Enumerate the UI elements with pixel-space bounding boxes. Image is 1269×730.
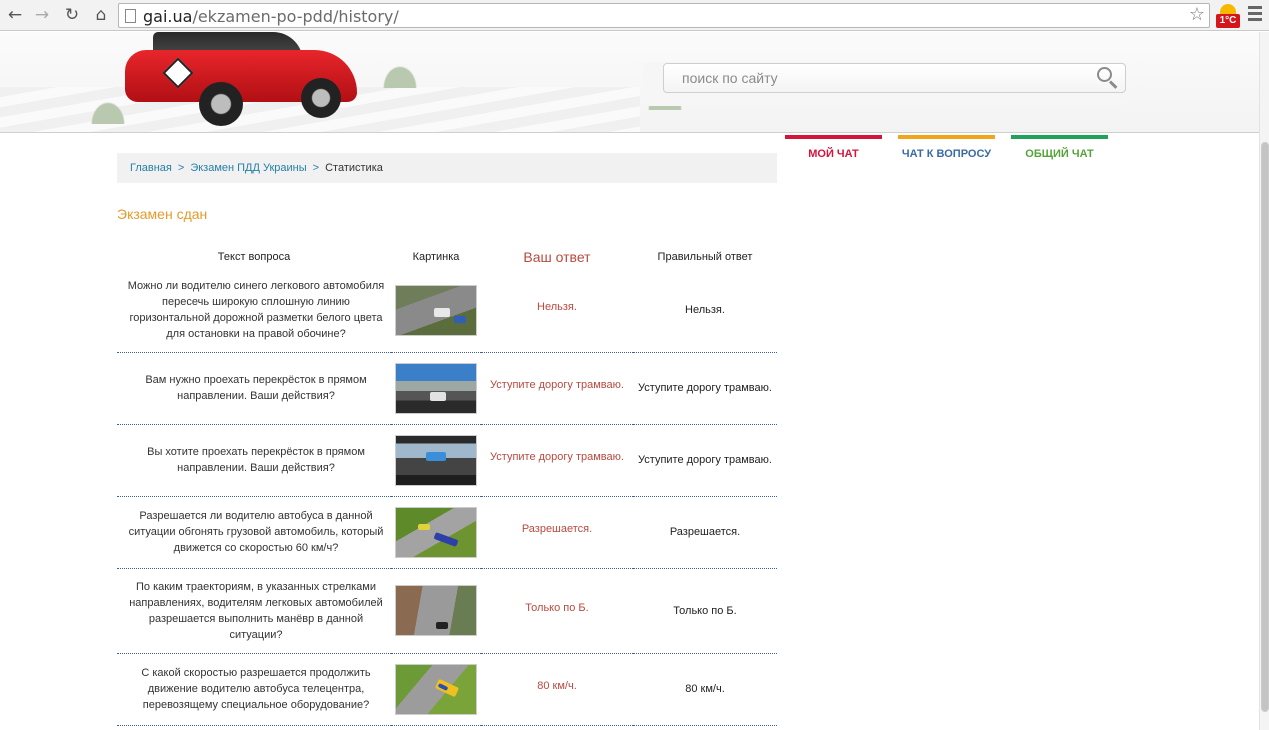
scrollbar-thumb[interactable] <box>1261 142 1269 712</box>
search-input[interactable] <box>663 63 1126 93</box>
car-wheel <box>199 82 243 126</box>
your-answer: Уступите дорогу трамваю. <box>490 379 624 391</box>
table-row: Вы хотите проехать перекрёсток в прямом … <box>117 424 777 497</box>
breadcrumb-section-link[interactable]: Экзамен ПДД Украины <box>190 162 306 174</box>
table-row: По каким траекториям, в указанных стрелк… <box>117 568 777 654</box>
grass-decoration <box>88 98 128 124</box>
your-answer: Только по Б. <box>525 601 589 614</box>
table-row: С какой скоростью разрешается продолжить… <box>117 653 777 726</box>
url-host: gai.ua <box>143 7 193 26</box>
question-text: По каким траекториям, в указанных стрелк… <box>117 568 391 654</box>
page-icon <box>125 9 136 23</box>
header-question: Текст вопроса <box>217 250 291 263</box>
url-path: /ekzamen-po-pdd/history/ <box>192 7 399 26</box>
browser-toolbar: ← → ↻ ⌂ gai.ua/ekzamen-po-pdd/history/ ☆… <box>0 0 1269 31</box>
question-text: С какой скоростью разрешается продолжить… <box>117 653 391 726</box>
question-text: Вы хотите проехать перекрёсток в прямом … <box>117 424 391 497</box>
question-thumbnail[interactable] <box>395 506 477 558</box>
your-answer: Разрешается. <box>521 523 593 535</box>
forward-arrow-icon[interactable]: → <box>30 3 54 27</box>
question-thumbnail[interactable] <box>395 434 477 486</box>
tab-general-chat[interactable]: ОБЩИЙ ЧАТ <box>1011 135 1108 161</box>
header-your-answer: Ваш ответ <box>523 248 591 265</box>
correct-answer: 80 км/ч. <box>685 683 725 695</box>
table-row: Вам нужно проехать перекрёсток в прямом … <box>117 352 777 425</box>
question-text: Разрешается ли водителю автобуса в данно… <box>117 496 391 569</box>
back-arrow-icon[interactable]: ← <box>3 3 27 27</box>
question-text: Можно ли водителю синего легкового автом… <box>117 269 391 353</box>
search-box <box>643 62 1127 106</box>
table-header-row: Текст вопроса Картинка Ваш ответ Правиль… <box>117 244 777 269</box>
header-correct-answer: Правильный ответ <box>657 250 753 263</box>
your-answer: 80 км/ч. <box>537 680 577 692</box>
tab-question-chat[interactable]: ЧАТ К ВОПРОСУ <box>898 135 995 161</box>
car-wheel <box>301 78 341 118</box>
bookmark-star-icon[interactable]: ☆ <box>1189 4 1205 25</box>
reload-icon[interactable]: ↻ <box>60 3 84 27</box>
your-answer: Уступите дорогу трамваю. <box>490 451 624 463</box>
correct-answer: Разрешается. <box>669 526 741 538</box>
url-text[interactable]: gai.ua/ekzamen-po-pdd/history/ <box>143 7 399 26</box>
logo-car-image[interactable] <box>125 32 357 128</box>
correct-answer: Уступите дорогу трамваю. <box>638 382 772 394</box>
question-thumbnail[interactable] <box>395 362 477 414</box>
question-thumbnail[interactable] <box>395 585 477 636</box>
breadcrumb-home-link[interactable]: Главная <box>130 162 172 174</box>
search-icon[interactable] <box>1095 65 1119 89</box>
correct-answer: Уступите дорогу трамваю. <box>638 454 772 466</box>
breadcrumb-separator: > <box>312 162 320 174</box>
breadcrumb-separator: > <box>177 162 185 174</box>
your-answer: Нельзя. <box>537 301 577 314</box>
tab-my-chat[interactable]: МОЙ ЧАТ <box>785 135 882 161</box>
question-thumbnail[interactable] <box>395 663 477 715</box>
page-scrollbar[interactable] <box>1259 32 1269 730</box>
breadcrumb-current: Статистика <box>325 162 383 174</box>
question-thumbnail[interactable] <box>395 284 477 336</box>
breadcrumb: Главная > Экзамен ПДД Украины > Статистика <box>117 153 777 183</box>
question-text: Вам нужно проехать перекрёсток в прямом … <box>117 352 391 425</box>
address-bar[interactable]: gai.ua/ekzamen-po-pdd/history/ ☆ <box>118 3 1210 28</box>
site-header <box>0 32 1259 133</box>
correct-answer: Только по Б. <box>673 604 737 617</box>
table-row: Можно ли водителю синего легкового автом… <box>117 269 777 353</box>
header-picture: Картинка <box>412 250 460 263</box>
extension-badge: 1°С <box>1216 14 1240 28</box>
grass-decoration <box>380 62 420 88</box>
weather-extension-icon[interactable]: 1°С <box>1216 4 1240 28</box>
correct-answer: Нельзя. <box>685 304 725 317</box>
exam-status-heading: Экзамен сдан <box>117 206 208 222</box>
table-row: Разрешается ли водителю автобуса в данно… <box>117 496 777 569</box>
exam-results-table: Текст вопроса Картинка Ваш ответ Правиль… <box>117 244 777 726</box>
browser-menu-icon[interactable] <box>1248 6 1262 24</box>
home-icon[interactable]: ⌂ <box>89 3 113 27</box>
